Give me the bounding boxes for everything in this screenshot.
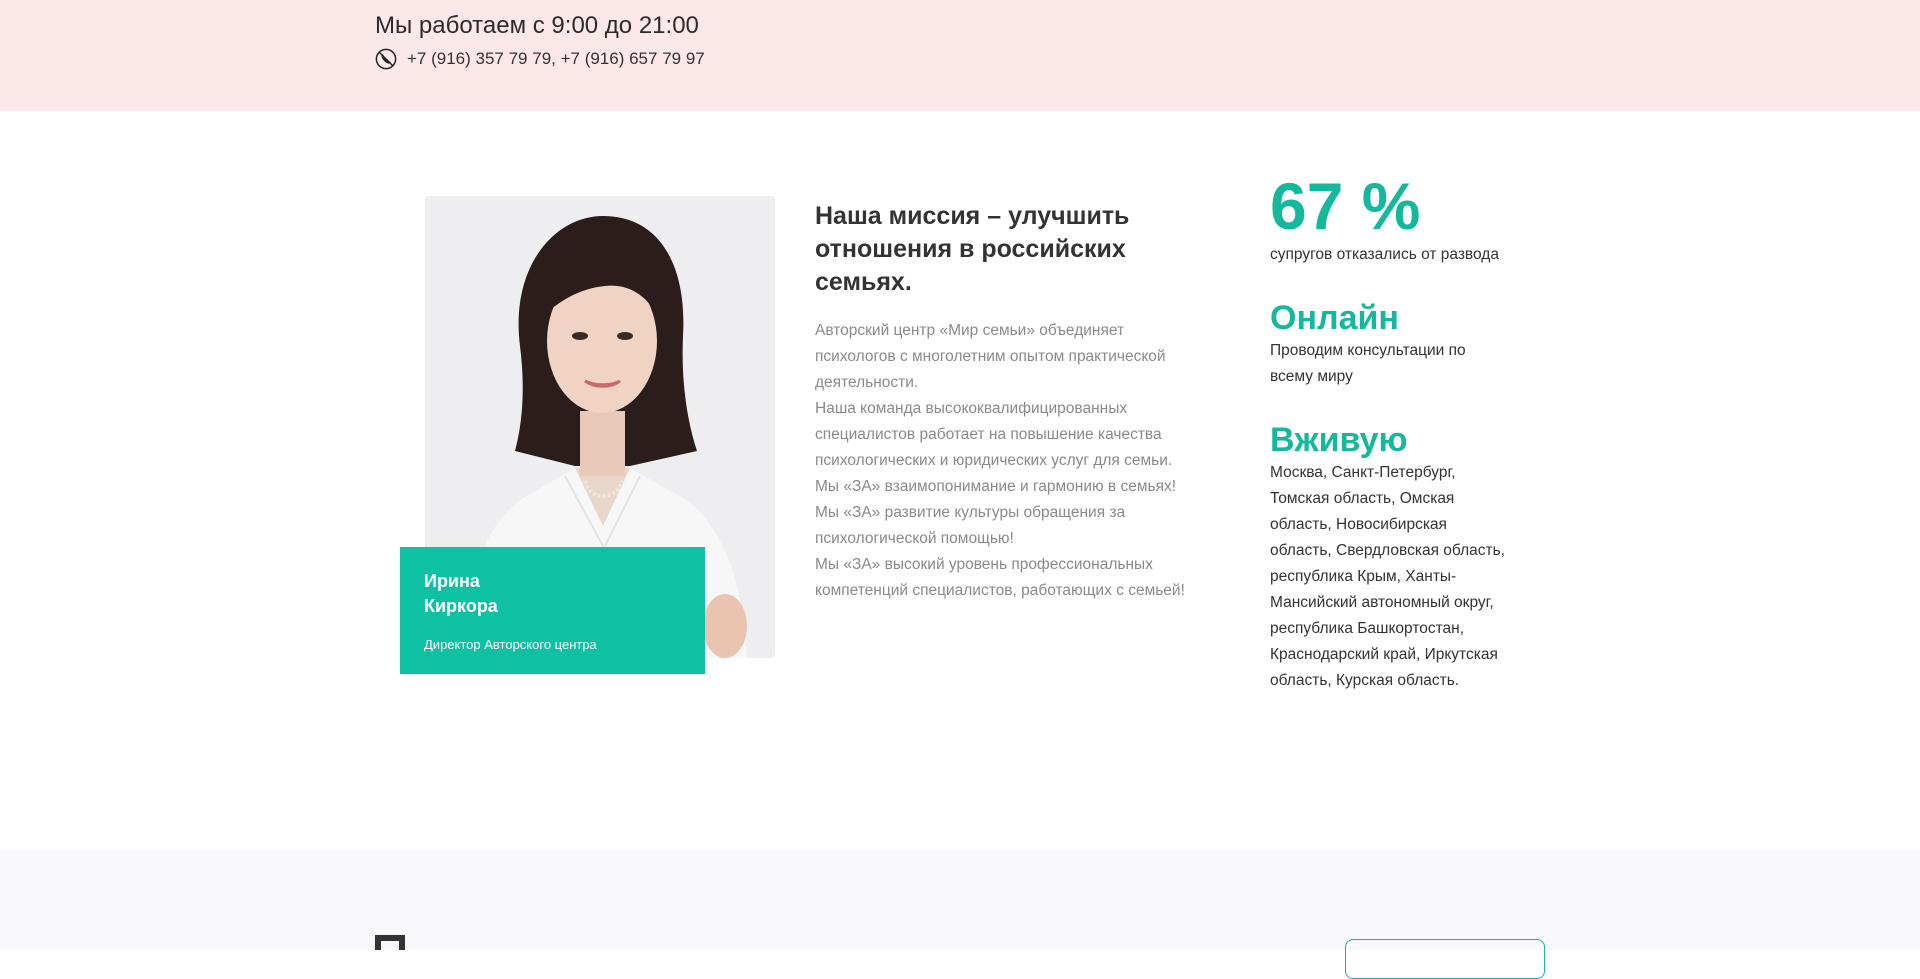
stats-column: 67 % супругов отказались от развода Онла… [1270, 170, 1510, 694]
director-role: Директор Авторского центра [424, 637, 597, 652]
mission-title: Наша миссия – улучшить отношения в росси… [815, 202, 1130, 296]
stat-text-online: Проводим консультации по всему миру [1270, 342, 1466, 385]
mission-paragraph: Авторский центр «Мир семьи» объединяет п… [815, 322, 1166, 391]
stat-text-divorce: супругов отказались от развода [1270, 246, 1499, 263]
phone-icon [375, 48, 397, 70]
next-section-button[interactable] [1345, 939, 1545, 979]
stat-value-offline: Вживую [1270, 421, 1408, 459]
top-info-bar: Мы работаем с 9:00 до 21:00 +7 (916) 357… [0, 0, 1920, 111]
director-first-name: Ирина [424, 571, 480, 591]
stat-value-online: Онлайн [1270, 299, 1399, 337]
phone-row: +7 (916) 357 79 79, +7 (916) 657 79 97 [375, 48, 705, 70]
mission-paragraph: Мы «ЗА» высокий уровень профессиональных… [815, 556, 1185, 599]
stat-value-divorce: 67 % [1270, 169, 1421, 243]
director-last-name: Киркора [424, 596, 498, 616]
working-hours: Мы работаем с 9:00 до 21:00 [375, 12, 699, 39]
director-name-card: Ирина Киркора Директор Авторского центра [400, 547, 705, 674]
stat-text-offline: Москва, Санкт-Петербург, Томская область… [1270, 464, 1505, 689]
phone-numbers[interactable]: +7 (916) 357 79 79, +7 (916) 657 79 97 [407, 49, 705, 69]
mission-paragraph: Наша команда высококвалифицированных спе… [815, 400, 1173, 469]
next-section-heading-fragment [375, 935, 405, 950]
mission-paragraph: Мы «ЗА» развитие культуры обращения за п… [815, 504, 1126, 547]
mission-description: Авторский центр «Мир семьи» объединяет п… [815, 318, 1190, 604]
mission-paragraph: Мы «ЗА» взаимопонимание и гармонию в сем… [815, 478, 1177, 495]
next-section-band [0, 850, 1920, 950]
